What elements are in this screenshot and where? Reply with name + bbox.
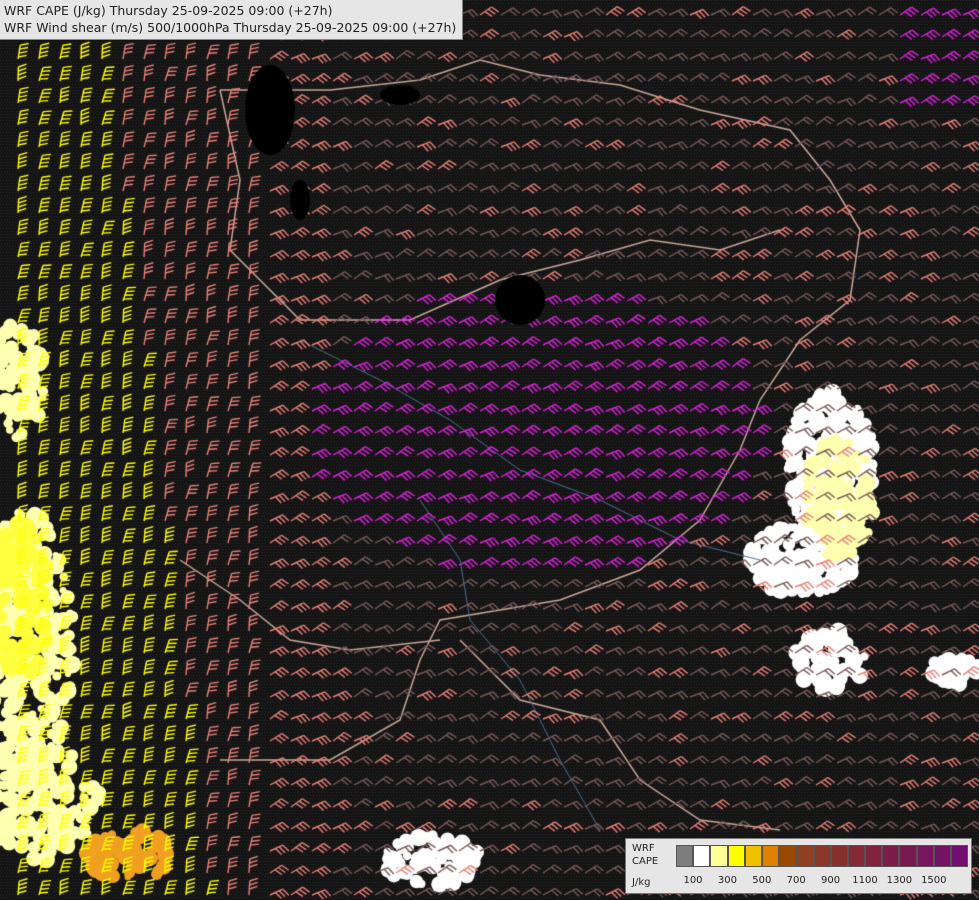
legend-swatch bbox=[761, 845, 780, 867]
legend-tick: 300 bbox=[717, 875, 737, 886]
legend-label-unit: J/kg bbox=[632, 877, 651, 888]
legend-tick: 700 bbox=[786, 875, 806, 886]
legend-swatch bbox=[710, 845, 728, 867]
legend-swatch bbox=[933, 845, 951, 867]
legend-swatch bbox=[813, 845, 831, 867]
legend-label-wrf: WRF bbox=[632, 843, 655, 854]
legend-swatch bbox=[744, 845, 762, 867]
legend-swatch bbox=[916, 845, 934, 867]
legend-label-cape: CAPE bbox=[632, 856, 659, 867]
legend-tick: 100 bbox=[683, 875, 703, 886]
legend-tick: 500 bbox=[752, 875, 772, 886]
legend-tick: 1300 bbox=[886, 875, 913, 886]
title-wind-shear: WRF Wind shear (m/s) 500/1000hPa Thursda… bbox=[4, 20, 457, 35]
legend-swatch bbox=[951, 845, 969, 867]
legend-swatch bbox=[796, 845, 814, 867]
map-title: WRF CAPE (J/kg) Thursday 25-09-2025 09:0… bbox=[0, 0, 464, 40]
cape-legend: WRF CAPE J/kg 100 300 500 700 900 1100 1300 150… bbox=[625, 838, 972, 894]
legend-swatch bbox=[865, 845, 883, 867]
legend-tick: 900 bbox=[821, 875, 841, 886]
legend-swatch bbox=[830, 845, 848, 867]
legend-swatch bbox=[899, 845, 917, 867]
legend-tick: 1100 bbox=[852, 875, 878, 886]
legend-swatch bbox=[693, 845, 711, 867]
title-cape: WRF CAPE (J/kg) Thursday 25-09-2025 09:0… bbox=[4, 3, 333, 18]
legend-swatch bbox=[676, 845, 694, 867]
legend-swatch bbox=[727, 845, 745, 867]
legend-swatch bbox=[847, 845, 866, 867]
legend-tick: 1500 bbox=[921, 875, 947, 886]
weather-map bbox=[0, 0, 979, 900]
legend-color-scale bbox=[676, 845, 969, 867]
legend-tick-labels: 100 300 500 700 900 1100 1300 1500 bbox=[676, 875, 971, 889]
legend-swatch bbox=[779, 845, 797, 867]
legend-swatch bbox=[882, 845, 900, 867]
